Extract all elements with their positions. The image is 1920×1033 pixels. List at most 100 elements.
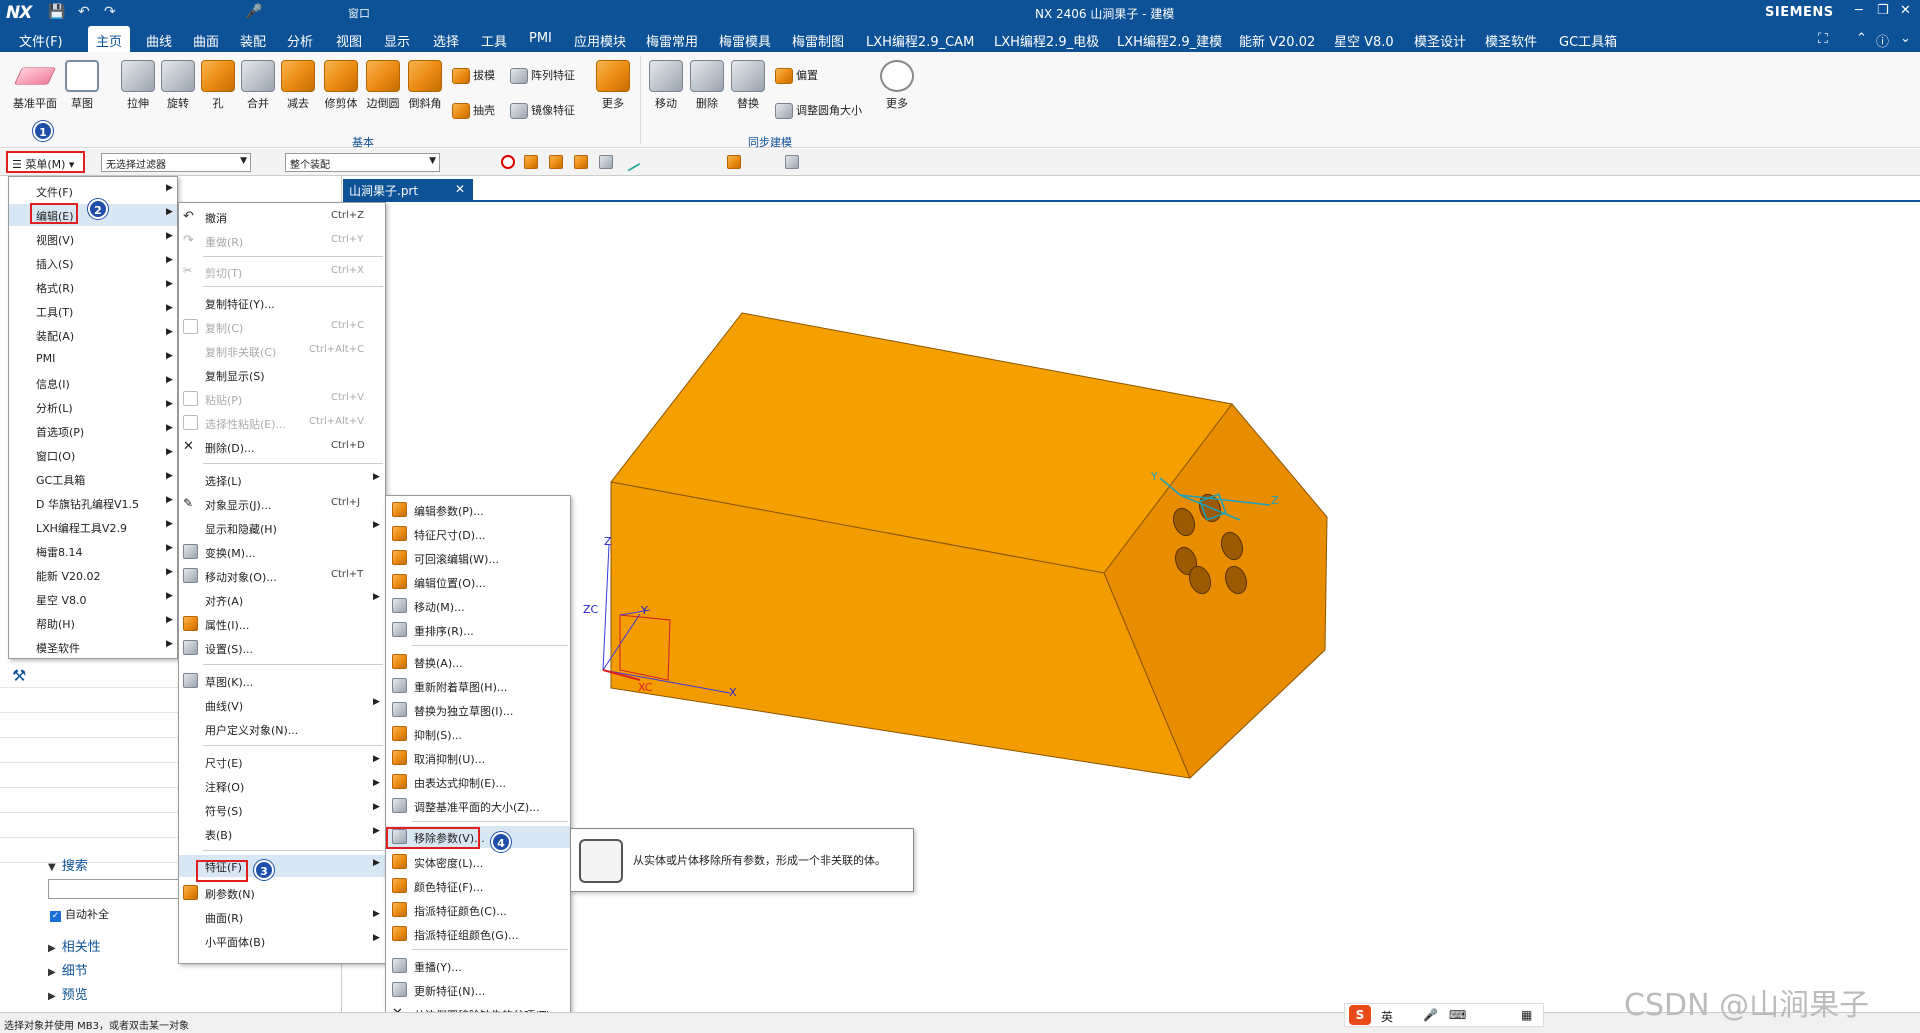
unsuppress-icon bbox=[392, 750, 407, 765]
update-feature-icon bbox=[392, 982, 407, 997]
chevron-right-icon: ▶ bbox=[166, 591, 173, 601]
scissors-icon: ✂ bbox=[183, 264, 193, 277]
menu-item-shortcut: Ctrl+T bbox=[331, 569, 364, 580]
menu-item-label: 模圣软件 bbox=[36, 642, 80, 655]
edit-item-redo[interactable]: ↷ 重做(R) Ctrl+Y bbox=[179, 230, 385, 252]
menu-item-label: 撤消 bbox=[205, 212, 227, 225]
edit-item-object-display[interactable]: ✎ 对象显示(J)... Ctrl+J bbox=[179, 493, 385, 515]
menu-item-insert[interactable]: 插入(S) ▶ bbox=[9, 252, 177, 274]
feature-item-update[interactable]: 更新特征(N)... bbox=[386, 979, 570, 1001]
chevron-right-icon: ▶ bbox=[166, 519, 173, 529]
feature-item-color-feature[interactable]: 颜色特征(F)... bbox=[386, 875, 570, 897]
edit-item-table[interactable]: 表(B) ▶ bbox=[179, 823, 385, 845]
menu-item-pmi[interactable]: PMI ▶ bbox=[9, 348, 177, 370]
feature-item-unsuppress[interactable]: 取消抑制(U)... bbox=[386, 747, 570, 769]
menu-item-file[interactable]: 文件(F) ▶ bbox=[9, 180, 177, 202]
edit-item-paste[interactable]: 粘贴(P) Ctrl+V bbox=[179, 388, 385, 410]
edit-item-copy-display[interactable]: 复制显示(S) bbox=[179, 364, 385, 386]
menu-item-label: GC工具箱 bbox=[36, 474, 86, 487]
edit-item-copy[interactable]: 复制(C) Ctrl+C bbox=[179, 316, 385, 338]
chevron-right-icon: ▶ bbox=[166, 207, 173, 217]
edit-item-copy-nonassoc[interactable]: 复制非关联(C) Ctrl+Alt+C bbox=[179, 340, 385, 362]
edit-item-properties[interactable]: 属性(I)... bbox=[179, 613, 385, 635]
menu-item-format[interactable]: 格式(R) ▶ bbox=[9, 276, 177, 298]
menu-item-meilei[interactable]: 梅雷8.14 ▶ bbox=[9, 540, 177, 562]
feature-item-move[interactable]: 移动(M)... bbox=[386, 595, 570, 617]
edit-position-icon bbox=[392, 574, 407, 589]
edit-item-paste-special[interactable]: 选择性粘贴(E)... Ctrl+Alt+V bbox=[179, 412, 385, 434]
menu-item-tools[interactable]: 工具(T) ▶ bbox=[9, 300, 177, 322]
edit-item-show-hide[interactable]: 显示和隐藏(H) ▶ bbox=[179, 517, 385, 539]
edit-item-selection[interactable]: 选择(L) ▶ bbox=[179, 469, 385, 491]
menu-item-label: 工具(T) bbox=[36, 306, 74, 319]
feature-item-assign-feature-color[interactable]: 指派特征颜色(C)... bbox=[386, 899, 570, 921]
microphone-icon[interactable]: 🎤 bbox=[1423, 1008, 1438, 1022]
edit-item-curve[interactable]: 曲线(V) ▶ bbox=[179, 694, 385, 716]
menu-item-help[interactable]: 帮助(H) ▶ bbox=[9, 612, 177, 634]
edit-item-facet-body[interactable]: 小平面体(B) ▶ bbox=[179, 930, 385, 952]
menu-item-label: 重排序(R)... bbox=[414, 625, 474, 638]
menu-item-label: 粘贴(P) bbox=[205, 394, 243, 407]
menu-item-gc-toolbox[interactable]: GC工具箱 ▶ bbox=[9, 468, 177, 490]
edit-item-copy-feature[interactable]: 复制特征(Y)... bbox=[179, 292, 385, 314]
edit-item-surface[interactable]: 曲面(R) ▶ bbox=[179, 906, 385, 928]
menu-item-assemblies[interactable]: 装配(A) ▶ bbox=[9, 324, 177, 346]
feature-item-edit-parameters[interactable]: 编辑参数(P)... bbox=[386, 499, 570, 521]
menu-item-window[interactable]: 窗口(O) ▶ bbox=[9, 444, 177, 466]
feature-item-reattach-sketch[interactable]: 重新附着草图(H)... bbox=[386, 675, 570, 697]
edit-item-symbol[interactable]: 符号(S) ▶ bbox=[179, 799, 385, 821]
menu-item-view[interactable]: 视图(V) ▶ bbox=[9, 228, 177, 250]
edit-item-dimension[interactable]: 尺寸(E) ▶ bbox=[179, 751, 385, 773]
feature-item-reorder[interactable]: 重排序(R)... bbox=[386, 619, 570, 641]
replay-icon bbox=[392, 958, 407, 973]
ime-language[interactable]: 英 bbox=[1381, 1008, 1393, 1025]
menu-item-label: 星空 V8.0 bbox=[36, 594, 87, 607]
menu-item-xingkong[interactable]: 星空 V8.0 ▶ bbox=[9, 588, 177, 610]
menu-item-label: 注释(O) bbox=[205, 781, 245, 794]
axis-label-y: Y bbox=[641, 604, 648, 617]
chevron-right-icon: ▶ bbox=[373, 754, 380, 764]
feature-item-edit-position[interactable]: 编辑位置(O)... bbox=[386, 571, 570, 593]
edit-item-align[interactable]: 对齐(A) ▶ bbox=[179, 589, 385, 611]
assign-color-icon bbox=[392, 902, 407, 917]
feature-item-feature-dimension[interactable]: 特征尺寸(D)... bbox=[386, 523, 570, 545]
feature-item-rollback-edit[interactable]: 可回滚编辑(W)... bbox=[386, 547, 570, 569]
menu-item-huaqi[interactable]: D 华旗钻孔编程V1.5 ▶ bbox=[9, 492, 177, 514]
menu-item-information[interactable]: 信息(I) ▶ bbox=[9, 372, 177, 394]
edit-item-delete[interactable]: ✕ 删除(D)... Ctrl+D bbox=[179, 436, 385, 458]
menu-item-label: 显示和隐藏(H) bbox=[205, 523, 277, 536]
feature-item-suppress-by-expression[interactable]: 由表达式抑制(E)... bbox=[386, 771, 570, 793]
chevron-right-icon: ▶ bbox=[373, 802, 380, 812]
feature-item-assign-group-color[interactable]: 指派特征组颜色(G)... bbox=[386, 923, 570, 945]
menu-item-label: 选择(L) bbox=[205, 475, 242, 488]
edit-item-undo[interactable]: ↶ 撤消 Ctrl+Z bbox=[179, 206, 385, 228]
edit-item-udo[interactable]: 用户定义对象(N)... bbox=[179, 718, 385, 740]
edit-item-transform[interactable]: 变换(M)... bbox=[179, 541, 385, 563]
feature-item-solid-density[interactable]: 实体密度(L)... bbox=[386, 851, 570, 873]
menu-item-mosheng[interactable]: 模圣软件 ▶ bbox=[9, 636, 177, 658]
feature-item-suppress[interactable]: 抑制(S)... bbox=[386, 723, 570, 745]
menu-item-lxh[interactable]: LXH编程工具V2.9 ▶ bbox=[9, 516, 177, 538]
menu-item-analysis[interactable]: 分析(L) ▶ bbox=[9, 396, 177, 418]
edit-item-annotation[interactable]: 注释(O) ▶ bbox=[179, 775, 385, 797]
edit-item-cut[interactable]: ✂ 剪切(T) Ctrl+X bbox=[179, 261, 385, 283]
keyboard-icon[interactable]: ⌨ bbox=[1449, 1008, 1466, 1022]
edit-item-settings[interactable]: 设置(S)... bbox=[179, 637, 385, 659]
feature-item-resize-datum-plane[interactable]: 调整基准平面的大小(Z)... bbox=[386, 795, 570, 817]
grid-icon[interactable]: ▦ bbox=[1521, 1008, 1532, 1022]
ime-toolbar[interactable]: S 英 🎤 ⌨ ▦ bbox=[1344, 1003, 1544, 1027]
feature-item-replace[interactable]: 替换(A)... bbox=[386, 651, 570, 673]
axis-label-zc: ZC bbox=[583, 603, 599, 616]
edit-item-sketch[interactable]: 草图(K)... bbox=[179, 670, 385, 692]
settings-icon bbox=[183, 640, 198, 655]
menu-item-label: 替换为独立草图(I)... bbox=[414, 705, 514, 718]
menu-item-nengxin[interactable]: 能新 V20.02 ▶ bbox=[9, 564, 177, 586]
edit-item-brush-params[interactable]: 刷参数(N) bbox=[179, 882, 385, 904]
independent-sketch-icon bbox=[392, 702, 407, 717]
feature-item-replay[interactable]: 重播(Y)... bbox=[386, 955, 570, 977]
chevron-right-icon: ▶ bbox=[166, 231, 173, 241]
edit-item-move-object[interactable]: 移动对象(O)... Ctrl+T bbox=[179, 565, 385, 587]
chevron-right-icon: ▶ bbox=[166, 615, 173, 625]
feature-item-independent-sketch[interactable]: 替换为独立草图(I)... bbox=[386, 699, 570, 721]
menu-item-preferences[interactable]: 首选项(P) ▶ bbox=[9, 420, 177, 442]
